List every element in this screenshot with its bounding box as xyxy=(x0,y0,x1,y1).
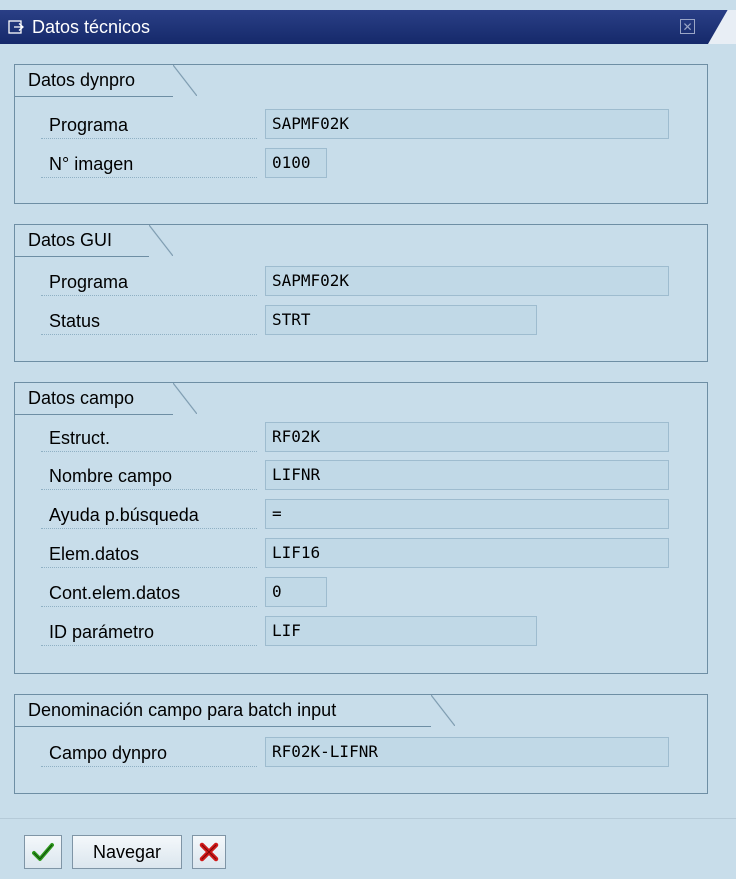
group-datos-campo: Datos campo Estruct. RF02K Nombre campo … xyxy=(14,382,708,674)
elem-datos-field[interactable]: LIF16 xyxy=(265,538,669,568)
id-parametro-field[interactable]: LIF xyxy=(265,616,537,646)
group-title: Datos dynpro xyxy=(15,65,197,97)
group-title: Datos GUI xyxy=(15,225,173,257)
dialog-content: Datos dynpro Programa SAPMF02K N° imagen… xyxy=(0,44,736,818)
field-label: Status xyxy=(41,305,257,335)
title-bar[interactable]: Datos técnicos ✕ xyxy=(0,10,736,44)
group-title-tab-edge xyxy=(431,695,455,726)
title-bar-corner xyxy=(708,10,736,44)
field-label: Programa xyxy=(41,109,257,139)
dialog-icon xyxy=(8,19,24,35)
cancel-icon xyxy=(199,842,219,866)
nombre-campo-field[interactable]: LIFNR xyxy=(265,460,669,490)
cancel-button[interactable] xyxy=(192,835,226,869)
campo-dynpro-field[interactable]: RF02K-LIFNR xyxy=(265,737,669,767)
group-title-text: Datos campo xyxy=(28,388,135,408)
group-title-tab-edge xyxy=(173,383,197,414)
group-datos-dynpro: Datos dynpro Programa SAPMF02K N° imagen… xyxy=(14,64,708,204)
field-label: Cont.elem.datos xyxy=(41,577,257,607)
ayuda-busqueda-field[interactable]: = xyxy=(265,499,669,529)
technical-info-dialog: Datos técnicos ✕ Datos dynpro Programa S… xyxy=(0,0,736,879)
n-imagen-field[interactable]: 0100 xyxy=(265,148,327,178)
group-datos-gui: Datos GUI Programa SAPMF02K Status STRT xyxy=(14,224,708,362)
group-batch-input: Denominación campo para batch input Camp… xyxy=(14,694,708,794)
navegar-button[interactable]: Navegar xyxy=(72,835,182,869)
continue-button[interactable] xyxy=(24,835,62,869)
group-title-text: Denominación campo para batch input xyxy=(28,700,337,720)
field-label: Estruct. xyxy=(41,422,257,452)
programa-field[interactable]: SAPMF02K xyxy=(265,109,669,139)
check-icon xyxy=(32,843,54,866)
window-title: Datos técnicos xyxy=(32,17,151,37)
cont-elem-datos-field[interactable]: 0 xyxy=(265,577,327,607)
estruct-field[interactable]: RF02K xyxy=(265,422,669,452)
field-label: ID parámetro xyxy=(41,616,257,646)
group-title: Datos campo xyxy=(15,383,197,415)
field-label: N° imagen xyxy=(41,148,257,178)
group-title-text: Datos dynpro xyxy=(28,70,136,90)
dialog-toolbar: Navegar xyxy=(0,818,736,879)
field-label: Programa xyxy=(41,266,257,296)
close-icon[interactable]: ✕ xyxy=(680,19,695,34)
field-label: Nombre campo xyxy=(41,460,257,490)
field-label: Ayuda p.búsqueda xyxy=(41,499,257,529)
group-title-tab-edge xyxy=(173,65,197,96)
group-title: Denominación campo para batch input xyxy=(15,695,455,727)
group-title-tab-edge xyxy=(149,225,173,256)
programa-field[interactable]: SAPMF02K xyxy=(265,266,669,296)
field-label: Campo dynpro xyxy=(41,737,257,767)
field-label: Elem.datos xyxy=(41,538,257,568)
status-field[interactable]: STRT xyxy=(265,305,537,335)
group-title-text: Datos GUI xyxy=(28,230,113,250)
